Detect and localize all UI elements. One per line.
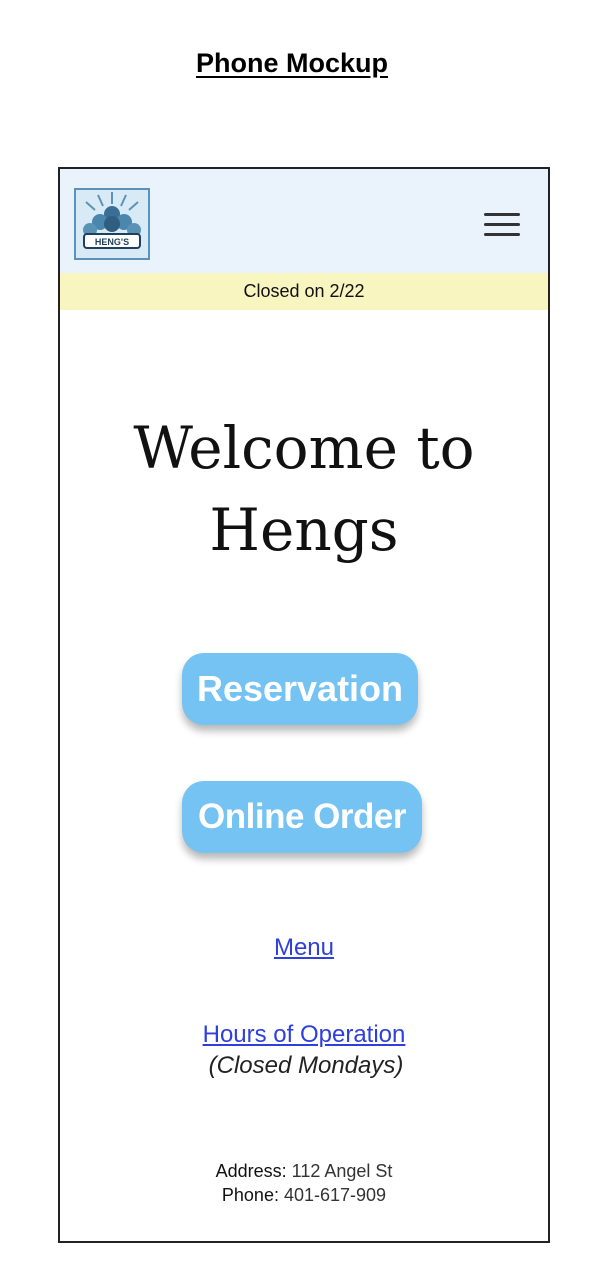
welcome-line-2: Hengs [209, 496, 399, 564]
phone-value: 401-617-909 [283, 1185, 387, 1205]
svg-text:HENG'S: HENG'S [95, 237, 129, 247]
phone-label: Phone: [221, 1185, 279, 1205]
phone-line: Phone: 401-617-909 [60, 1185, 548, 1206]
address-line: Address: 112 Angel St [60, 1161, 548, 1182]
page-title: Phone Mockup [195, 48, 388, 78]
closed-mondays-note: (Closed Mondays) [208, 1052, 404, 1079]
closure-notice-banner: Closed on 2/22 [60, 273, 548, 310]
phone-frame: HENG'S Closed on 2/22 Welcome to Hengs R… [58, 167, 550, 1243]
menu-hamburger-icon[interactable] [484, 211, 522, 239]
reservation-button[interactable]: Reservation [182, 653, 418, 725]
hours-of-operation-link[interactable]: Hours of Operation [60, 1021, 548, 1049]
online-order-button[interactable]: Online Order [182, 781, 422, 853]
hamburger-bar [484, 233, 520, 236]
menu-link[interactable]: Menu [60, 934, 548, 962]
welcome-line-1: Welcome to [133, 414, 475, 482]
logo-icon: HENG'S [76, 190, 148, 258]
welcome-heading: Welcome to Hengs [60, 407, 548, 571]
address-label: Address: [215, 1161, 287, 1181]
site-header: HENG'S [60, 169, 548, 273]
hamburger-bar [484, 223, 520, 226]
address-value: 112 Angel St [291, 1161, 393, 1181]
hamburger-bar [484, 213, 520, 216]
restaurant-logo[interactable]: HENG'S [74, 188, 150, 260]
